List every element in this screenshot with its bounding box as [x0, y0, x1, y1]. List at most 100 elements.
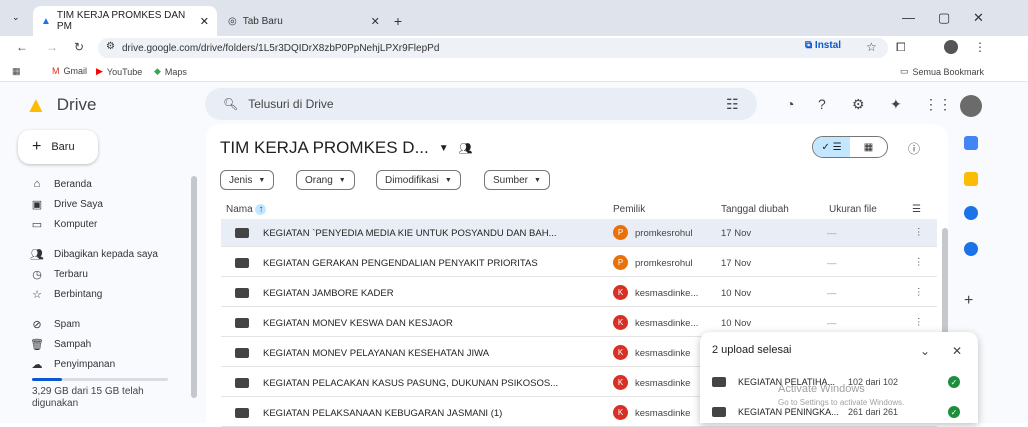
- shared-folder-icon: [235, 408, 249, 418]
- sidebar-scrollbar[interactable]: [191, 176, 197, 398]
- search-options-icon[interactable]: ☷: [726, 96, 739, 113]
- filter-type[interactable]: Jenis ▼: [220, 170, 275, 190]
- sidebar-item-starred[interactable]: ☆ Berbintang: [30, 288, 102, 301]
- contacts-icon[interactable]: [964, 242, 978, 256]
- minimize-icon[interactable]: —: [902, 10, 915, 25]
- filter-source[interactable]: Sumber ▼: [484, 170, 550, 190]
- forward-icon[interactable]: →: [46, 40, 58, 54]
- sort-options-icon[interactable]: ☰: [912, 204, 921, 215]
- column-header-size[interactable]: Ukuran file: [829, 204, 877, 215]
- close-icon[interactable]: ✕: [200, 15, 209, 28]
- browser-tab-bar: ⌄ ▲ TIM KERJA PROMKES DAN PM ✕ ◎ Tab Bar…: [0, 0, 1028, 36]
- bookmark-gmail[interactable]: M Gmail: [52, 66, 87, 76]
- search-input[interactable]: 🔍︎ Telusuri di Drive: [205, 88, 757, 120]
- window-close-icon[interactable]: ✕: [973, 10, 984, 26]
- owner-avatar: K: [613, 285, 628, 300]
- offline-icon[interactable]: ◔: [786, 96, 794, 112]
- more-actions-icon[interactable]: ⋮: [914, 257, 924, 268]
- menu-icon[interactable]: ⋮: [974, 40, 986, 54]
- drive-favicon-icon: ▲: [41, 15, 51, 27]
- upload-panel-title: 2 upload selesai: [712, 344, 792, 356]
- windows-watermark: Activate Windows: [778, 383, 865, 395]
- site-info-icon[interactable]: ⚙: [106, 41, 115, 52]
- folder-icon: [712, 377, 726, 387]
- tab-list-icon[interactable]: ⌄: [12, 12, 20, 23]
- filter-label: Orang: [305, 174, 333, 186]
- more-actions-icon[interactable]: ⋮: [914, 227, 924, 238]
- column-header-owner[interactable]: Pemilik: [613, 204, 645, 215]
- gemini-icon[interactable]: ✦: [890, 96, 902, 113]
- tab-active[interactable]: ▲ TIM KERJA PROMKES DAN PM ✕: [33, 6, 217, 36]
- maps-icon: ◆: [154, 66, 161, 76]
- reload-icon[interactable]: ↻: [74, 40, 84, 54]
- sidebar-item-label: Drive Saya: [54, 199, 103, 210]
- computer-icon: ▭: [31, 219, 43, 231]
- shared-icon: 👥︎: [30, 249, 44, 261]
- column-header-modified[interactable]: Tanggal diubah: [721, 204, 789, 215]
- maximize-icon[interactable]: ▢: [938, 10, 950, 26]
- file-size: —: [827, 318, 837, 329]
- keep-icon[interactable]: [964, 172, 978, 186]
- tab-new[interactable]: ◎ Tab Baru ✕ +: [220, 6, 410, 36]
- drive-logo[interactable]: ▲ Drive: [25, 92, 96, 118]
- upload-item[interactable]: KEGIATAN PENINGKA... 261 dari 261 ✓: [712, 406, 968, 418]
- storage-bar-fill: [32, 378, 62, 381]
- extensions-icon[interactable]: ⧠: [896, 40, 906, 55]
- sidebar-item-trash[interactable]: 🗑︎ Sampah: [30, 338, 91, 351]
- column-header-name[interactable]: Nama ↑: [226, 204, 267, 215]
- sidebar-item-recent[interactable]: ◷ Terbaru: [30, 268, 88, 281]
- owner-avatar: K: [613, 345, 628, 360]
- filter-modified[interactable]: Dimodifikasi ▼: [376, 170, 461, 190]
- bookmark-youtube[interactable]: ▶ YouTube: [96, 66, 142, 77]
- file-owner: kesmasdinke: [635, 408, 691, 419]
- sidebar-item-storage[interactable]: ☁ Penyimpanan: [30, 358, 116, 371]
- apps-icon[interactable]: ▦: [12, 66, 21, 77]
- settings-icon[interactable]: ⚙: [852, 96, 865, 113]
- info-icon[interactable]: ⓘ: [908, 140, 920, 157]
- help-icon[interactable]: ?: [818, 96, 826, 112]
- table-row[interactable]: KEGIATAN JAMBORE KADER Kkesmasdinke... 10 …: [221, 279, 937, 307]
- url-input[interactable]: ⚙ drive.google.com/drive/folders/1L5r3DQ…: [98, 38, 888, 58]
- more-actions-icon[interactable]: ⋮: [914, 287, 924, 298]
- url-text: drive.google.com/drive/folders/1L5r3DQID…: [122, 42, 440, 54]
- sidebar-item-label: Berbintang: [54, 289, 103, 300]
- folder-title[interactable]: TIM KERJA PROMKES D... ▼ 👥︎: [220, 138, 473, 158]
- file-owner: kesmasdinke...: [635, 318, 699, 329]
- more-actions-icon[interactable]: ⋮: [914, 317, 924, 328]
- install-button[interactable]: ⧉ Instal: [805, 40, 841, 51]
- filter-people[interactable]: Orang ▼: [296, 170, 355, 190]
- sidebar-item-home[interactable]: ⌂ Beranda: [30, 178, 92, 190]
- add-addon-icon[interactable]: +: [964, 292, 973, 310]
- caret-down-icon: ▼: [534, 176, 541, 184]
- install-icon: ⧉: [805, 40, 813, 51]
- new-button[interactable]: + Baru: [18, 130, 98, 164]
- sidebar-item-spam[interactable]: ⊘ Spam: [30, 318, 80, 331]
- bookmark-maps[interactable]: ◆ Maps: [154, 66, 187, 77]
- tasks-icon[interactable]: [964, 206, 978, 220]
- apps-grid-icon[interactable]: ⋮⋮: [924, 96, 952, 113]
- calendar-icon[interactable]: [964, 136, 978, 150]
- caret-down-icon: ▼: [444, 176, 452, 184]
- new-tab-icon[interactable]: +: [394, 13, 402, 29]
- close-icon[interactable]: ✕: [952, 344, 962, 358]
- search-icon[interactable]: 🔍︎: [223, 97, 238, 111]
- back-icon[interactable]: ←: [16, 40, 28, 54]
- collapse-icon[interactable]: ⌄: [920, 344, 930, 358]
- tab-title: TIM KERJA PROMKES DAN PM: [56, 10, 186, 32]
- list-view-icon[interactable]: ✓ ☰: [813, 137, 850, 157]
- sidebar-item-label: Spam: [54, 319, 81, 330]
- sort-arrow-up-icon[interactable]: ↑: [255, 204, 267, 215]
- view-toggle[interactable]: ✓ ☰ ▦: [812, 136, 888, 158]
- bookmark-star-icon[interactable]: ☆: [866, 40, 877, 54]
- table-row[interactable]: KEGIATAN `PENYEDIA MEDIA KIE UNTUK POSYA…: [221, 219, 937, 247]
- close-icon[interactable]: ✕: [371, 15, 380, 28]
- sidebar-item-computers[interactable]: ▭ Komputer: [30, 218, 98, 231]
- file-name: KEGIATAN `PENYEDIA MEDIA KIE UNTUK POSYA…: [263, 228, 557, 239]
- bookmarks-bar: ▦ M Gmail ▶ YouTube ◆ Maps ▭ Semua Bookmark: [0, 60, 1028, 82]
- profile-avatar[interactable]: [944, 40, 958, 54]
- table-row[interactable]: KEGIATAN GERAKAN PENGENDALIAN PENYAKIT P…: [221, 249, 937, 277]
- grid-view-icon[interactable]: ▦: [850, 137, 887, 157]
- all-bookmarks[interactable]: ▭ Semua Bookmark: [900, 66, 984, 77]
- sidebar-item-shared[interactable]: 👥︎ Dibagikan kepada saya: [30, 248, 158, 261]
- sidebar-item-my-drive[interactable]: ▣ Drive Saya: [30, 198, 103, 211]
